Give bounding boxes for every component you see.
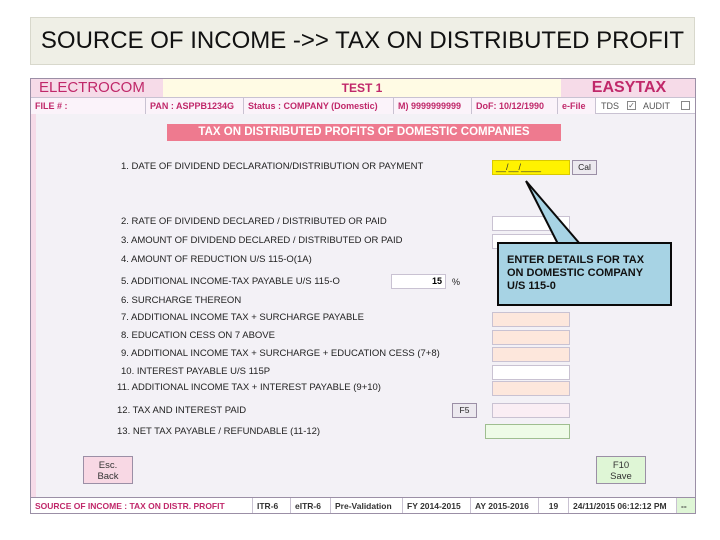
save-button[interactable]: F10 Save [596,456,646,484]
tax-total-field [492,347,570,362]
esc-back-button[interactable]: Esc. Back [83,456,133,484]
form-heading: TAX ON DISTRIBUTED PROFITS OF DOMESTIC C… [167,124,561,141]
row-9-label: 9. ADDITIONAL INCOME TAX + SURCHARGE + E… [121,348,440,359]
brand-electrocom: ELECTROCOM [31,79,163,97]
percent-sign: % [452,277,461,287]
dof-info: DoF: 10/12/1990 [472,98,558,114]
row-1-label: 1. DATE OF DIVIDEND DECLARATION/DISTRIBU… [121,161,424,172]
interest-payable-field[interactable] [492,365,570,380]
info-bar: FILE # : PAN : ASPPB1234G Status : COMPA… [31,97,695,114]
audit-checkbox[interactable] [681,101,690,110]
save-label-2: Save [610,471,632,482]
title-bar: ELECTROCOM TEST 1 EASYTAX [31,79,695,97]
tax-interest-total-field [492,381,570,396]
slide-title: SOURCE OF INCOME ->> TAX ON DISTRIBUTED … [30,17,695,65]
save-label-1: F10 [612,460,630,471]
row-10-label: 10. INTEREST PAYABLE U/S 115P [121,366,271,377]
status-bar: SOURCE OF INCOME : TAX ON DISTR. PROFIT … [31,497,695,513]
status-fy: FY 2014-2015 [403,498,471,513]
net-tax-field [485,424,570,439]
efile-info: e-File [558,98,596,114]
row-5-label: 5. ADDITIONAL INCOME-TAX PAYABLE U/S 115… [121,276,340,287]
status-eitr: eITR-6 [291,498,331,513]
status-source: SOURCE OF INCOME : TAX ON DISTR. PROFIT [31,498,253,513]
mobile-info: M) 9999999999 [394,98,472,114]
pan-info: PAN : ASPPB1234G [146,98,244,114]
status-info: Status : COMPANY (Domestic) [244,98,394,114]
f5-button[interactable]: F5 [452,403,477,418]
row-12-label: 12. TAX AND INTEREST PAID [117,405,247,416]
calendar-button[interactable]: Cal [572,160,597,175]
callout-box: ENTER DETAILS FOR TAX ON DOMESTIC COMPAN… [497,242,672,306]
dividend-rate-field[interactable] [492,216,570,231]
row-8-label: 8. EDUCATION CESS ON 7 ABOVE [121,330,275,341]
row-3-label: 3. AMOUNT OF DIVIDEND DECLARED / DISTRIB… [121,235,403,246]
row-4-label: 4. AMOUNT OF REDUCTION U/S 115-O(1A) [121,254,312,265]
row-13-label: 13. NET TAX PAYABLE / REFUNDABLE (11-12) [117,426,321,437]
row-7-label: 7. ADDITIONAL INCOME TAX + SURCHARGE PAY… [121,312,364,323]
status-prevalidation[interactable]: Pre-Validation [331,498,403,513]
tds-checkbox[interactable]: ✓ [627,101,636,110]
row-11-label: 11. ADDITIONAL INCOME TAX + INTEREST PAY… [117,382,381,393]
status-dash: -- [677,498,695,513]
dividend-date-field[interactable]: __/__/____ [492,160,570,175]
row-6-label: 6. SURCHARGE THEREON [121,295,242,306]
tds-label: TDS [601,101,619,111]
tax-paid-field[interactable] [492,403,570,418]
esc-back-label-1: Esc. [98,460,118,471]
file-number: FILE # : [31,98,146,114]
status-datetime: 24/11/2015 06:12:12 PM [569,498,677,513]
row-2-label: 2. RATE OF DIVIDEND DECLARED / DISTRIBUT… [121,216,387,227]
status-itr: ITR-6 [253,498,291,513]
education-cess-field [492,330,570,345]
status-ay: AY 2015-2016 [471,498,539,513]
tax-surcharge-field [492,312,570,327]
esc-back-label-2: Back [97,471,119,482]
tax-rate-input[interactable]: 15 [391,274,446,289]
company-name: TEST 1 [163,79,561,97]
status-count: 19 [539,498,569,513]
brand-easytax: EASYTAX [561,79,695,97]
left-strip [31,114,36,497]
audit-label: AUDIT [643,101,670,111]
